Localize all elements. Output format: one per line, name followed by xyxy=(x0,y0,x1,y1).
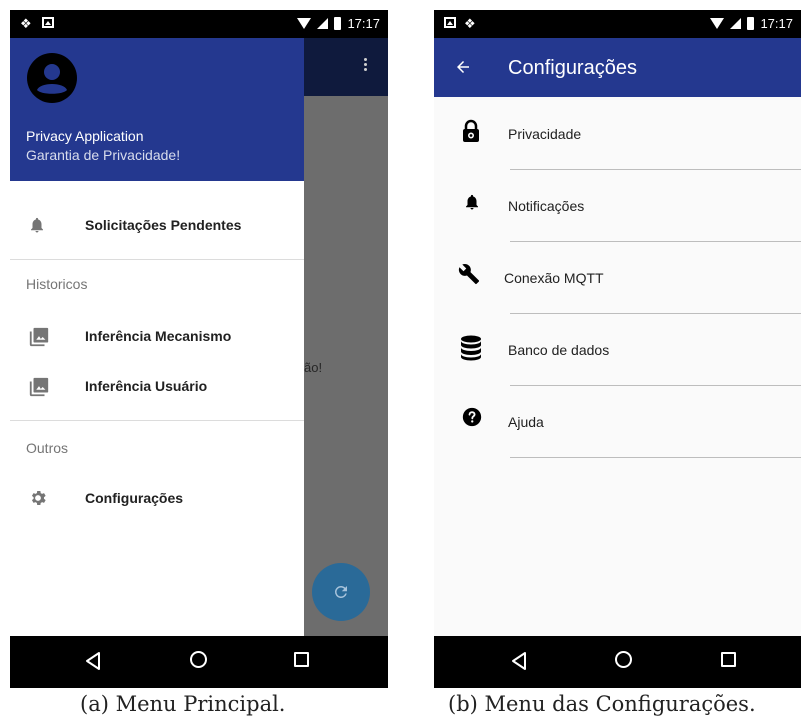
drawer-item-pending-requests[interactable]: Solicitações Pendentes xyxy=(10,201,304,249)
settings-item-privacy[interactable]: Privacidade xyxy=(434,97,801,169)
navigation-drawer: Privacy Application Garantia de Privacid… xyxy=(10,38,304,636)
divider xyxy=(510,457,801,458)
app-bar: Configurações xyxy=(434,38,801,97)
settings-item-database[interactable]: Banco de dados xyxy=(434,313,801,385)
signal-icon xyxy=(317,18,329,29)
status-bar: ❖ 17:17 xyxy=(434,10,801,38)
nav-home-icon[interactable] xyxy=(615,651,632,668)
main-menu-screen: ❖ 17:17 ão! Privacy Application Garantia… xyxy=(10,10,388,688)
image-notification-icon xyxy=(42,17,54,28)
drawer-item-user-inference[interactable]: Inferência Usuário xyxy=(10,362,304,410)
app-tagline: Garantia de Privacidade! xyxy=(26,147,181,163)
settings-item-notifications[interactable]: Notificações xyxy=(434,169,801,241)
drawer-item-label: Configurações xyxy=(85,490,184,506)
nav-home-icon[interactable] xyxy=(190,651,207,668)
battery-icon xyxy=(334,17,342,30)
background-message: ão! xyxy=(304,360,323,375)
lock-icon xyxy=(463,119,479,142)
drawer-header: Privacy Application Garantia de Privacid… xyxy=(10,38,304,181)
status-bar: ❖ 17:17 xyxy=(10,10,388,38)
refresh-fab[interactable] xyxy=(312,563,370,621)
help-icon xyxy=(462,407,482,427)
drawer-item-label: Solicitações Pendentes xyxy=(85,217,242,233)
caption-a: (a) Menu Principal. xyxy=(80,692,286,716)
app-name: Privacy Application xyxy=(26,128,144,144)
bell-icon xyxy=(31,217,43,233)
drawer-item-label: Inferência Mecanismo xyxy=(85,328,232,344)
database-icon xyxy=(461,335,481,361)
photo-library-icon xyxy=(29,327,49,347)
dropbox-icon: ❖ xyxy=(20,16,32,31)
dropbox-icon: ❖ xyxy=(464,16,476,31)
nav-recents-icon[interactable] xyxy=(721,652,736,667)
settings-item-label: Conexão MQTT xyxy=(504,270,604,286)
divider xyxy=(10,420,304,421)
section-header-historicos: Historicos xyxy=(26,276,88,292)
photo-library-icon xyxy=(29,377,49,397)
nav-back-icon[interactable] xyxy=(510,651,528,671)
caption-b: (b) Menu das Configurações. xyxy=(448,692,756,716)
drawer-item-label: Inferência Usuário xyxy=(85,378,208,394)
back-arrow-icon[interactable] xyxy=(454,58,472,76)
page-title: Configurações xyxy=(508,57,637,79)
divider xyxy=(10,259,304,260)
settings-item-mqtt[interactable]: Conexão MQTT xyxy=(434,241,801,313)
bell-icon xyxy=(466,194,478,210)
settings-item-label: Banco de dados xyxy=(508,342,610,358)
nav-recents-icon[interactable] xyxy=(294,652,309,667)
settings-item-label: Notificações xyxy=(508,198,585,214)
image-notification-icon xyxy=(444,17,456,28)
settings-item-help[interactable]: Ajuda xyxy=(434,385,801,457)
drawer-item-mechanism-inference[interactable]: Inferência Mecanismo xyxy=(10,312,304,360)
gear-icon xyxy=(31,491,46,505)
signal-icon xyxy=(730,18,742,29)
settings-screen: ❖ 17:17 Configurações Privacidade Notifi… xyxy=(434,10,801,688)
wifi-icon xyxy=(710,18,725,29)
nav-back-icon[interactable] xyxy=(84,651,102,671)
overflow-menu-icon[interactable] xyxy=(364,58,368,73)
status-time: 17:17 xyxy=(347,16,380,31)
settings-item-label: Ajuda xyxy=(508,414,544,430)
wrench-icon xyxy=(458,264,480,285)
status-time: 17:17 xyxy=(760,16,793,31)
account-avatar-icon[interactable] xyxy=(27,53,77,103)
refresh-icon xyxy=(334,586,347,598)
wifi-icon xyxy=(297,18,312,29)
android-nav-bar xyxy=(434,636,801,688)
section-header-outros: Outros xyxy=(26,440,69,456)
drawer-item-settings[interactable]: Configurações xyxy=(10,474,304,522)
settings-list: Privacidade Notificações Conexão MQTT Ba… xyxy=(434,97,801,636)
android-nav-bar xyxy=(10,636,388,688)
battery-icon xyxy=(747,17,755,30)
settings-item-label: Privacidade xyxy=(508,126,582,142)
